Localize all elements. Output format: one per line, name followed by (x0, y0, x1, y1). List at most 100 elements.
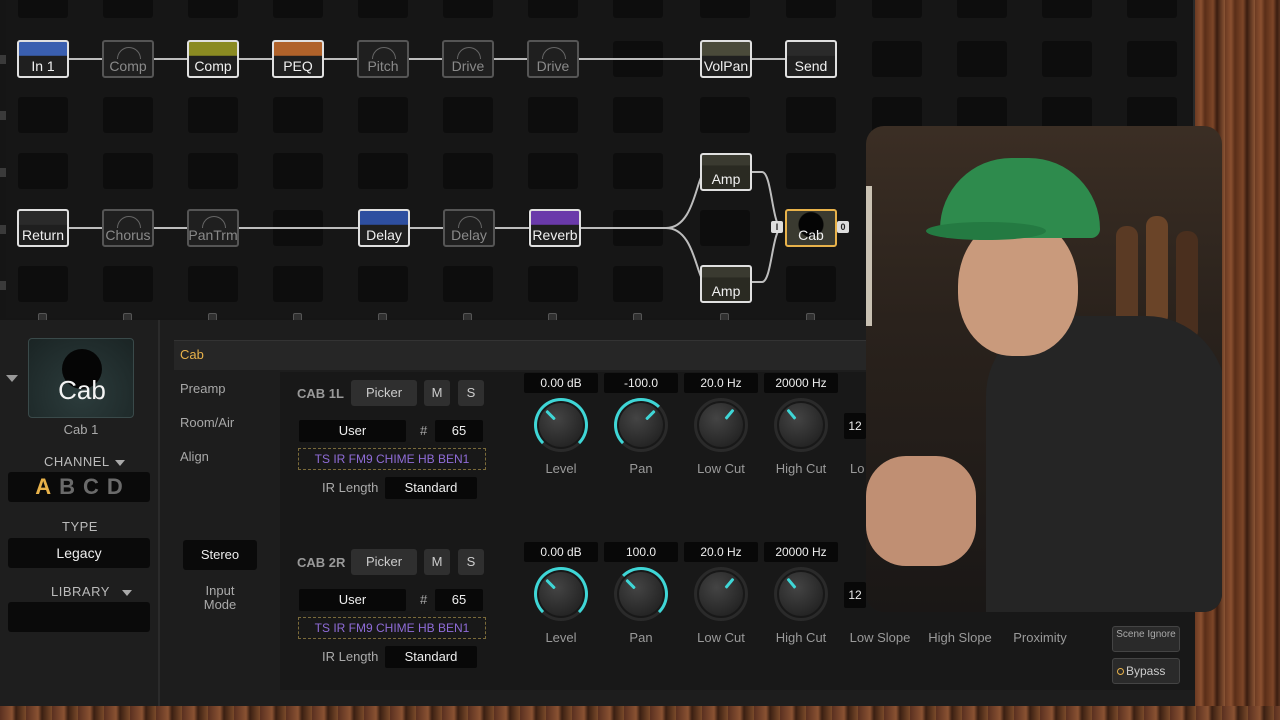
cab2-ir-number[interactable]: 65 (435, 589, 483, 611)
empty-grid-slot[interactable] (528, 97, 578, 133)
empty-grid-slot[interactable] (188, 266, 238, 302)
menu-item-preamp[interactable]: Preamp (180, 381, 226, 396)
cab1-highcut-knob[interactable] (774, 398, 828, 452)
empty-grid-slot[interactable] (358, 153, 408, 189)
block-volpan[interactable]: VolPan (700, 40, 752, 78)
empty-grid-slot[interactable] (103, 0, 153, 18)
empty-grid-slot[interactable] (1127, 0, 1177, 18)
block-drive[interactable]: Drive (527, 40, 579, 78)
empty-grid-slot[interactable] (18, 266, 68, 302)
library-select[interactable] (8, 602, 150, 632)
menu-item-align[interactable]: Align (180, 449, 209, 464)
block-chorus[interactable]: Chorus (102, 209, 154, 247)
block-amp-bottom[interactable]: Amp (700, 265, 752, 303)
empty-grid-slot[interactable] (528, 0, 578, 18)
block-drive[interactable]: Drive (442, 40, 494, 78)
cab1-ir-number[interactable]: 65 (435, 420, 483, 442)
empty-grid-slot[interactable] (443, 97, 493, 133)
cab1-pan-knob[interactable] (614, 398, 668, 452)
empty-grid-slot[interactable] (700, 0, 750, 18)
block-amp-top[interactable]: Amp (700, 153, 752, 191)
cab2-source-select[interactable]: User (299, 589, 406, 611)
cab2-ir-name[interactable]: TS IR FM9 CHIME HB BEN1 (298, 617, 486, 639)
cab1-ir-length-select[interactable]: Standard (385, 477, 477, 499)
block-delay[interactable]: Delay (443, 209, 495, 247)
empty-grid-slot[interactable] (188, 0, 238, 18)
empty-grid-slot[interactable] (957, 41, 1007, 77)
empty-grid-slot[interactable] (273, 97, 323, 133)
block-label: Cab (798, 227, 824, 243)
empty-grid-slot[interactable] (18, 153, 68, 189)
empty-grid-slot[interactable] (273, 0, 323, 18)
channel-header[interactable]: CHANNEL (44, 454, 125, 469)
block-comp[interactable]: Comp (187, 40, 239, 78)
empty-grid-slot[interactable] (1042, 41, 1092, 77)
input-mode-select[interactable]: Stereo (183, 540, 257, 570)
empty-grid-slot[interactable] (103, 97, 153, 133)
menu-item-room-air[interactable]: Room/Air (180, 415, 234, 430)
empty-grid-slot[interactable] (188, 97, 238, 133)
empty-grid-slot[interactable] (528, 153, 578, 189)
empty-grid-slot[interactable] (786, 97, 836, 133)
channel-d[interactable]: D (107, 474, 123, 500)
block-send[interactable]: Send (785, 40, 837, 78)
cab2-level-knob[interactable] (534, 567, 588, 621)
cab1-solo-button[interactable]: S (458, 380, 484, 406)
empty-grid-slot[interactable] (872, 41, 922, 77)
cab2-pan-knob[interactable] (614, 567, 668, 621)
block-in-1[interactable]: In 1 (17, 40, 69, 78)
empty-grid-slot[interactable] (18, 97, 68, 133)
cab1-level-knob[interactable] (534, 398, 588, 452)
empty-grid-slot[interactable] (613, 97, 663, 133)
empty-grid-slot[interactable] (103, 153, 153, 189)
empty-grid-slot[interactable] (273, 153, 323, 189)
cab2-ir-length-select[interactable]: Standard (385, 646, 477, 668)
menu-item-cab[interactable]: Cab (180, 347, 204, 362)
block-return[interactable]: Return (17, 209, 69, 247)
empty-grid-slot[interactable] (443, 153, 493, 189)
cab2-solo-button[interactable]: S (458, 549, 484, 575)
cab1-ir-name[interactable]: TS IR FM9 CHIME HB BEN1 (298, 448, 486, 470)
empty-grid-slot[interactable] (358, 0, 408, 18)
cab2-highcut-knob[interactable] (774, 567, 828, 621)
empty-grid-slot[interactable] (1042, 0, 1092, 18)
block-pitch[interactable]: Pitch (357, 40, 409, 78)
channel-a[interactable]: A (35, 474, 51, 500)
empty-grid-slot[interactable] (103, 266, 153, 302)
channel-c[interactable]: C (83, 474, 99, 500)
block-comp[interactable]: Comp (102, 40, 154, 78)
block-peq[interactable]: PEQ (272, 40, 324, 78)
cab1-source-select[interactable]: User (299, 420, 406, 442)
scene-ignore-button[interactable]: Scene Ignore (1112, 626, 1180, 652)
cab2-mute-button[interactable]: M (424, 549, 450, 575)
channel-b[interactable]: B (59, 474, 75, 500)
empty-grid-slot[interactable] (613, 0, 663, 18)
empty-grid-slot[interactable] (188, 153, 238, 189)
empty-grid-slot[interactable] (358, 97, 408, 133)
empty-grid-slot[interactable] (358, 266, 408, 302)
empty-grid-slot[interactable] (273, 266, 323, 302)
bypass-button[interactable]: Bypass (1112, 658, 1180, 684)
collapse-arrow-icon[interactable] (6, 375, 18, 382)
block-delay[interactable]: Delay (358, 209, 410, 247)
empty-grid-slot[interactable] (443, 0, 493, 18)
empty-grid-slot[interactable] (18, 0, 68, 18)
empty-grid-slot[interactable] (872, 0, 922, 18)
empty-grid-slot[interactable] (786, 0, 836, 18)
empty-grid-slot[interactable] (700, 97, 750, 133)
cab2-lowcut-knob[interactable] (694, 567, 748, 621)
cab1-lowcut-knob[interactable] (694, 398, 748, 452)
cab1-mute-button[interactable]: M (424, 380, 450, 406)
empty-grid-slot[interactable] (443, 266, 493, 302)
library-header[interactable]: LIBRARY (51, 584, 132, 599)
empty-grid-slot[interactable] (528, 266, 578, 302)
cab2-level-label: Level (545, 630, 577, 645)
empty-grid-slot[interactable] (957, 0, 1007, 18)
empty-grid-slot[interactable] (1127, 41, 1177, 77)
cab1-picker-button[interactable]: Picker (351, 380, 417, 406)
block-reverb[interactable]: Reverb (529, 209, 581, 247)
block-cab-selected[interactable]: Cab (785, 209, 837, 247)
block-pantrm[interactable]: PanTrm (187, 209, 239, 247)
cab2-picker-button[interactable]: Picker (351, 549, 417, 575)
type-select[interactable]: Legacy (8, 538, 150, 568)
